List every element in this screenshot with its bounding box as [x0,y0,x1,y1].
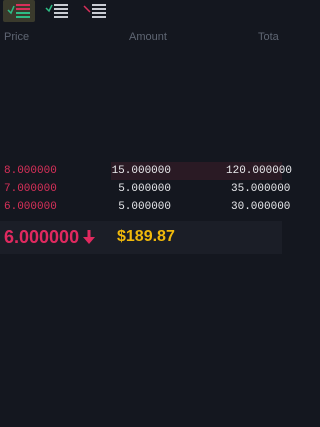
orderbook-asks-icon [83,4,106,18]
ask-row[interactable]: 8.000000 15.000000 120.000000 [0,162,292,180]
ask-amount: 5.000000 [118,183,171,195]
last-price-ticker[interactable]: 6.000000 $189.87 [0,221,282,254]
total-column-header: Tota [258,31,279,43]
ask-amount: 15.000000 [111,165,171,177]
orderbook-both-icon [7,4,30,18]
amount-column-header: Amount [129,31,167,43]
view-both-button[interactable] [3,0,35,22]
orderbook-bids-icon [45,4,68,18]
ask-price: 8.000000 [4,165,57,177]
usd-price: $189.87 [117,228,175,245]
price-column-header: Price [4,31,30,43]
ask-row[interactable]: 6.000000 5.000000 30.000000 [0,198,290,216]
view-bids-button[interactable] [41,0,73,22]
ask-amount: 5.000000 [118,201,171,213]
ask-orders-list: 8.000000 15.000000 120.000000 7.000000 5… [0,162,292,216]
ask-row[interactable]: 7.000000 5.000000 35.000000 [0,180,290,198]
ask-price: 6.000000 [4,201,57,213]
ask-price: 7.000000 [4,183,57,195]
orderbook-toolbar [0,0,282,26]
orderbook-header: Price Amount Tota [0,31,282,45]
ask-total: 30.000000 [231,201,291,213]
view-asks-button[interactable] [79,0,111,22]
arrow-down-icon [83,230,95,244]
ask-total: 35.000000 [231,183,291,195]
ask-total: 120.000000 [226,165,293,177]
last-price: 6.000000 [4,227,80,247]
